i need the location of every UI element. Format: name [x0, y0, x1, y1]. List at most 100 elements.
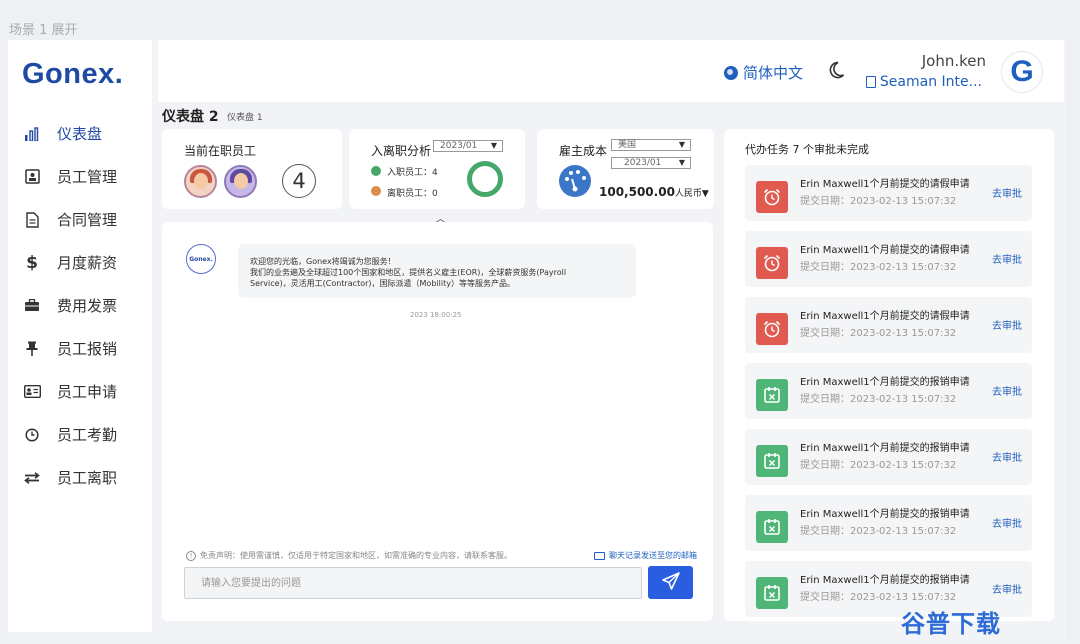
- dropdown-arrow-icon: ▼: [490, 141, 497, 150]
- sidebar-item-attendance[interactable]: 员工考勤: [8, 413, 152, 456]
- info-icon: !: [186, 550, 196, 561]
- sidebar-item-dashboard[interactable]: 仪表盘: [8, 112, 152, 155]
- sidebar-item-label: 员工考勤: [57, 426, 118, 444]
- alarm-clock-icon: [756, 247, 788, 279]
- joined-legend-label: 入职员工：4: [387, 168, 438, 178]
- sidebar-item-offboarding[interactable]: 员工离职: [8, 456, 152, 499]
- onboarding-card-title: 入离职分析: [371, 144, 432, 158]
- cost-period-select[interactable]: 2023/01 ▼: [611, 157, 691, 169]
- company-selector[interactable]: Seaman Inte...: [865, 74, 982, 90]
- sidebar-item-label: 费用发票: [57, 297, 118, 315]
- task-item[interactable]: Erin Maxwell1个月前提交的报销申请 提交日期：2023-02-13 1…: [745, 495, 1032, 551]
- sidebar-item-reimbursement[interactable]: 员工报销: [8, 327, 152, 370]
- approve-link[interactable]: 去审批: [992, 251, 1022, 266]
- badge-icon: [22, 382, 42, 402]
- calendar-x-icon: [756, 577, 788, 609]
- task-title: Erin Maxwell1个月前提交的报销申请: [800, 443, 970, 454]
- gauge-icon: [559, 165, 591, 197]
- sidebar-item-employees[interactable]: 员工管理: [8, 155, 152, 198]
- task-date: 提交日期：2023-02-13 15:07:32: [800, 526, 957, 537]
- tasks-title: 代办任务 7 个审批未完成: [745, 143, 869, 156]
- country-select[interactable]: 美国 ▼: [611, 139, 691, 151]
- chat-message-line: 我们的业务遍及全球超过100个国家和地区，提供名义雇主(EOR)，全球薪资服务(…: [250, 268, 567, 277]
- sidebar-item-label: 员工申请: [57, 383, 118, 401]
- task-item[interactable]: Erin Maxwell1个月前提交的请假申请 提交日期：2023-02-13 1…: [745, 165, 1032, 221]
- employee-avatar[interactable]: [224, 165, 257, 198]
- sidebar-item-invoices[interactable]: 费用发票: [8, 284, 152, 327]
- task-date: 提交日期：2023-02-13 15:07:32: [800, 328, 957, 339]
- chat-message-line: 欢迎您的光临，Gonex将竭诚为您服务！: [250, 257, 396, 266]
- approve-link[interactable]: 去审批: [992, 317, 1022, 332]
- sidebar-item-applications[interactable]: 员工申请: [8, 370, 152, 413]
- sidebar: Gonex. 仪表盘 员工管理 合同管理 $ 月度薪资 费用发票 员工报销 员工…: [8, 40, 152, 632]
- task-title: Erin Maxwell1个月前提交的报销申请: [800, 377, 970, 388]
- id-card-icon: [22, 167, 42, 187]
- sidebar-item-label: 合同管理: [57, 211, 118, 229]
- onboarding-period-select[interactable]: 2023/01 ▼: [433, 140, 503, 152]
- app-frame: Gonex. 仪表盘 员工管理 合同管理 $ 月度薪资 费用发票 员工报销 员工…: [8, 40, 1066, 640]
- document-icon: [22, 210, 42, 230]
- page-title: 仪表盘 2: [162, 109, 219, 125]
- employees-card: 当前在职员工 4: [162, 129, 342, 209]
- sidebar-item-label: 员工管理: [57, 168, 118, 186]
- task-item[interactable]: Erin Maxwell1个月前提交的请假申请 提交日期：2023-02-13 1…: [745, 231, 1032, 287]
- avatar[interactable]: G: [1002, 52, 1042, 92]
- employer-cost-card: 雇主成本 美国 ▼ 2023/01 ▼ 100,500.00人民币▼: [537, 129, 714, 209]
- pending-tasks-panel: 代办任务 7 个审批未完成 Erin Maxwell1个月前提交的请假申请 提交日…: [724, 129, 1054, 621]
- task-item[interactable]: Erin Maxwell1个月前提交的请假申请 提交日期：2023-02-13 1…: [745, 297, 1032, 353]
- company-name: Seaman Inte...: [879, 74, 982, 90]
- watermark-logo: 谷普下载: [901, 610, 1001, 638]
- language-switcher[interactable]: 简体中文: [724, 62, 803, 83]
- send-button[interactable]: [648, 566, 693, 599]
- onboarding-card: 入离职分析 2023/01 ▼ 入职员工：4 离职员工：0: [349, 129, 525, 209]
- dollar-icon: $: [26, 252, 38, 273]
- dropdown-arrow-icon: ▼: [678, 158, 685, 167]
- chat-input[interactable]: [184, 567, 642, 599]
- transfer-icon: [22, 468, 42, 488]
- gonex-logo[interactable]: Gonex.: [22, 58, 123, 91]
- alarm-clock-icon: [756, 181, 788, 213]
- employee-avatar[interactable]: [184, 165, 217, 198]
- scene-label: 场景 1 展开: [9, 23, 78, 38]
- disclaimer: ! 免责声明：使用需谨慎，仅适用于特定国家和地区，如需准确的专业内容，请联系客服…: [186, 550, 512, 561]
- approve-link[interactable]: 去审批: [992, 515, 1022, 530]
- building-icon: [865, 76, 876, 88]
- email-transcript-link[interactable]: 聊天记录发送至您的邮箱: [594, 550, 697, 561]
- approve-link[interactable]: 去审批: [992, 581, 1022, 596]
- moon-icon[interactable]: [826, 60, 846, 85]
- sidebar-item-contracts[interactable]: 合同管理: [8, 198, 152, 241]
- task-title: Erin Maxwell1个月前提交的请假申请: [800, 245, 970, 256]
- bar-chart-icon: [22, 124, 42, 144]
- employer-cost-card-title: 雇主成本: [559, 144, 608, 158]
- task-title: Erin Maxwell1个月前提交的报销申请: [800, 575, 970, 586]
- approve-link[interactable]: 去审批: [992, 383, 1022, 398]
- currency-select[interactable]: 人民币▼: [675, 189, 709, 199]
- onboarding-donut-chart[interactable]: [467, 161, 503, 197]
- sidebar-item-label: 仪表盘: [57, 125, 103, 143]
- bot-avatar: Gonex.: [186, 244, 216, 274]
- calendar-x-icon: [756, 379, 788, 411]
- task-date: 提交日期：2023-02-13 15:07:32: [800, 592, 957, 603]
- task-date: 提交日期：2023-02-13 15:07:32: [800, 196, 957, 207]
- sidebar-item-payroll[interactable]: $ 月度薪资: [8, 241, 152, 284]
- approve-link[interactable]: 去审批: [992, 449, 1022, 464]
- dropdown-arrow-icon: ▼: [678, 140, 685, 149]
- page-subtitle[interactable]: 仪表盘 1: [227, 110, 263, 123]
- briefcase-icon: [22, 296, 42, 316]
- employees-card-title: 当前在职员工: [184, 144, 257, 158]
- task-title: Erin Maxwell1个月前提交的请假申请: [800, 311, 970, 322]
- calendar-x-icon: [756, 445, 788, 477]
- left-legend-dot: [371, 186, 381, 196]
- chat-timestamp: 2023 18:00:25: [410, 311, 462, 319]
- employer-cost-value: 100,500.00人民币▼: [599, 185, 709, 199]
- left-legend-label: 离职员工：0: [387, 189, 438, 199]
- task-item[interactable]: Erin Maxwell1个月前提交的报销申请 提交日期：2023-02-13 1…: [745, 363, 1032, 419]
- joined-legend-dot: [371, 166, 381, 176]
- chat-panel: Gonex. 欢迎您的光临，Gonex将竭诚为您服务！ 我们的业务遍及全球超过1…: [162, 222, 713, 621]
- approve-link[interactable]: 去审批: [992, 185, 1022, 200]
- task-title: Erin Maxwell1个月前提交的请假申请: [800, 179, 970, 190]
- task-item[interactable]: Erin Maxwell1个月前提交的报销申请 提交日期：2023-02-13 1…: [745, 429, 1032, 485]
- pin-icon: [22, 339, 42, 359]
- send-icon: [661, 571, 681, 595]
- user-name[interactable]: John.ken: [922, 52, 986, 70]
